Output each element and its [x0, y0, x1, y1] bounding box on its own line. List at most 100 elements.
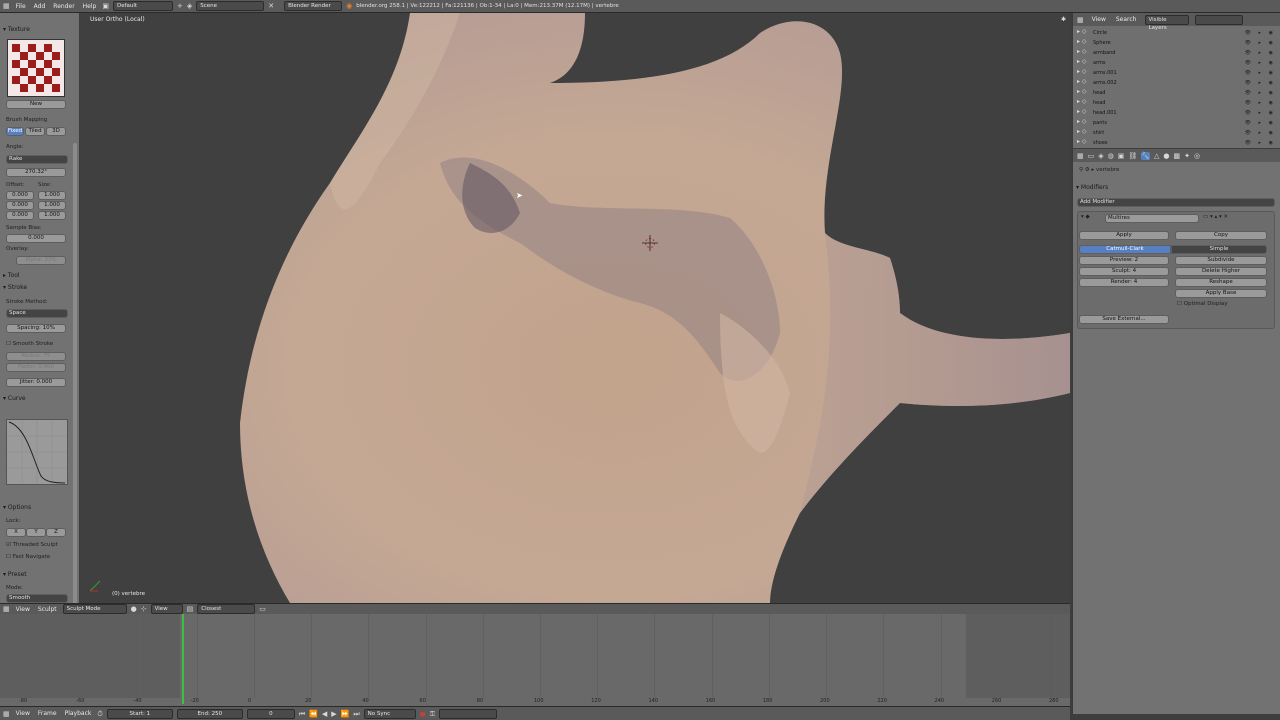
menu-view[interactable]: View	[14, 606, 32, 613]
record-icon[interactable]: ●	[420, 710, 426, 718]
visibility-icons[interactable]: 👁 ▸ ◉	[1245, 38, 1276, 48]
mapping-tiled[interactable]: Tiled	[25, 127, 45, 136]
scene-tab-icon[interactable]: ◈	[1098, 152, 1103, 160]
modifier-apply-button[interactable]: Apply	[1079, 231, 1169, 240]
outliner-item[interactable]: ▸ ◇ shirt 👁 ▸ ◉	[1073, 128, 1280, 138]
menu-render[interactable]: Render	[51, 3, 76, 10]
visibility-icons[interactable]: 👁 ▸ ◉	[1245, 78, 1276, 88]
offset-z-field[interactable]: 0.000	[6, 211, 34, 220]
reshape-button[interactable]: Reshape	[1175, 278, 1267, 287]
modifier-copy-button[interactable]: Copy	[1175, 231, 1267, 240]
current-frame-marker[interactable]	[182, 614, 184, 704]
outliner-filter-select[interactable]: Visible Layers	[1144, 14, 1189, 31]
next-key-icon[interactable]: ⏩	[341, 710, 350, 718]
physics-tab-icon[interactable]: ◎	[1194, 152, 1200, 160]
region-toggle-icon[interactable]: ✱	[1061, 16, 1066, 23]
factor-field[interactable]: Factor: 0.900	[6, 363, 66, 372]
panel-curve-header[interactable]: ▾ Curve	[0, 394, 72, 404]
visibility-icons[interactable]: 👁 ▸ ◉	[1245, 48, 1276, 58]
constraints-tab-icon[interactable]: ⛓	[1128, 152, 1137, 160]
visibility-icons[interactable]: 👁 ▸ ◉	[1245, 108, 1276, 118]
mode-select[interactable]: Sculpt Mode	[62, 604, 127, 614]
outliner-menu-search[interactable]: Search	[1114, 16, 1139, 23]
menu-sculpt[interactable]: Sculpt	[36, 606, 59, 613]
panel-texture-header[interactable]: ▾ Texture	[0, 25, 72, 35]
jump-end-icon[interactable]: ⏭	[353, 710, 359, 718]
editor-type-icon[interactable]: ▦	[3, 605, 10, 613]
tool-shelf-scrollbar[interactable]	[72, 13, 79, 613]
end-frame-field[interactable]: End: 250	[176, 708, 243, 719]
lock-x-button[interactable]: X	[6, 528, 26, 537]
lock-z-button[interactable]: Z	[46, 528, 66, 537]
modifier-visibility-icons[interactable]: ▭ ▾ ▴ ▾ ✕	[1203, 214, 1228, 220]
mode-select[interactable]: Smooth	[6, 594, 68, 603]
menu-help[interactable]: Help	[81, 3, 99, 10]
visibility-icons[interactable]: 👁 ▸ ◉	[1245, 58, 1276, 68]
texture-tab-icon[interactable]: ▩	[1173, 152, 1180, 160]
sample-bias-field[interactable]: 0.000	[6, 234, 66, 243]
outliner-item[interactable]: ▸ ◇ arms.001 👁 ▸ ◉	[1073, 68, 1280, 78]
visibility-icons[interactable]: 👁 ▸ ◉	[1245, 138, 1276, 148]
outliner-item[interactable]: ▸ ◇ Sphere 👁 ▸ ◉	[1073, 38, 1280, 48]
render-engine-select[interactable]: Blender Render	[284, 1, 343, 11]
menu-add[interactable]: Add	[32, 3, 48, 10]
modifiers-tab-icon[interactable]: 🔧	[1141, 151, 1150, 160]
add-modifier-select[interactable]: Add Modifier	[1077, 198, 1275, 207]
visibility-icons[interactable]: 👁 ▸ ◉	[1245, 28, 1276, 38]
timeline-menu-playback[interactable]: Playback	[63, 710, 94, 717]
pivot-select[interactable]: Closest	[197, 604, 256, 614]
outliner-item[interactable]: ▸ ◇ head 👁 ▸ ◉	[1073, 98, 1280, 108]
particles-tab-icon[interactable]: ✦	[1184, 152, 1190, 160]
render-preview-icon[interactable]: ▭	[259, 605, 266, 613]
visibility-icons[interactable]: 👁 ▸ ◉	[1245, 88, 1276, 98]
editor-type-icon[interactable]: ▦	[3, 2, 10, 10]
angle-method-select[interactable]: Rake	[6, 155, 68, 164]
panel-stroke-header[interactable]: ▾ Stroke	[0, 283, 72, 293]
texture-new-button[interactable]: New	[6, 100, 66, 109]
mapping-fixed[interactable]: Fixed	[6, 127, 24, 136]
lock-y-button[interactable]: Y	[26, 528, 46, 537]
layers-icon[interactable]: ▤	[187, 605, 194, 613]
modifier-name-field[interactable]: Multires	[1105, 214, 1199, 223]
outliner-menu-view[interactable]: View	[1090, 16, 1108, 23]
texture-preview[interactable]	[7, 39, 65, 97]
outliner-item[interactable]: ▸ ◇ arms.002 👁 ▸ ◉	[1073, 78, 1280, 88]
play-icon[interactable]: ▶	[331, 710, 336, 718]
material-tab-icon[interactable]: ●	[1163, 152, 1169, 160]
3d-viewport[interactable]: User Ortho (Local) ➤ (0) vertebre ✱	[80, 13, 1070, 603]
keying-set-icon[interactable]: ⚿	[430, 710, 435, 718]
smooth-stroke-checkbox[interactable]: ☐ Smooth Stroke	[6, 341, 53, 347]
subdivide-button[interactable]: Subdivide	[1175, 256, 1267, 265]
panel-preset-header[interactable]: ▾ Preset	[0, 570, 72, 580]
play-reverse-icon[interactable]: ◀	[322, 710, 327, 718]
start-frame-field[interactable]: Start: 1	[106, 708, 173, 719]
sculpt-levels-field[interactable]: Sculpt: 4	[1079, 267, 1169, 276]
subdiv-simple[interactable]: Simple	[1171, 245, 1267, 254]
3d-cursor-icon[interactable]	[642, 235, 658, 251]
jitter-field[interactable]: Jitter: 0.000	[6, 378, 66, 387]
outliner-item[interactable]: ▸ ◇ pants 👁 ▸ ◉	[1073, 118, 1280, 128]
fast-navigate-checkbox[interactable]: ☐ Fast Navigate	[6, 554, 50, 560]
outliner-item[interactable]: ▸ ◇ head 👁 ▸ ◉	[1073, 88, 1280, 98]
timeline-menu-frame[interactable]: Frame	[36, 710, 59, 717]
panel-tool-header[interactable]: ▸ Tool	[0, 271, 72, 281]
mapping-3d[interactable]: 3D	[46, 127, 66, 136]
outliner-item[interactable]: ▸ ◇ armband 👁 ▸ ◉	[1073, 48, 1280, 58]
use-preview-range-icon[interactable]: ⏱	[97, 710, 102, 718]
current-frame-field[interactable]: 0	[246, 708, 295, 719]
outliner-item[interactable]: ▸ ◇ shoes 👁 ▸ ◉	[1073, 138, 1280, 148]
panel-options-header[interactable]: ▾ Options	[0, 503, 72, 513]
apply-base-button[interactable]: Apply Base	[1175, 289, 1267, 298]
editor-type-icon[interactable]: ▦	[3, 710, 10, 718]
offset-y-field[interactable]: 0.000	[6, 201, 34, 210]
view-menu-field[interactable]: View	[150, 604, 183, 614]
stroke-method-select[interactable]: Space	[6, 309, 68, 318]
size-y-field[interactable]: 1.000	[38, 201, 66, 210]
save-external-button[interactable]: Save External...	[1079, 315, 1169, 324]
visibility-icons[interactable]: 👁 ▸ ◉	[1245, 118, 1276, 128]
radius-field[interactable]: Radius: 75	[6, 352, 66, 361]
scene-field[interactable]: Scene	[196, 1, 265, 11]
scrollbar-thumb[interactable]	[73, 143, 77, 613]
offset-x-field[interactable]: 0.000	[6, 191, 34, 200]
sync-mode-select[interactable]: No Sync	[363, 708, 416, 719]
